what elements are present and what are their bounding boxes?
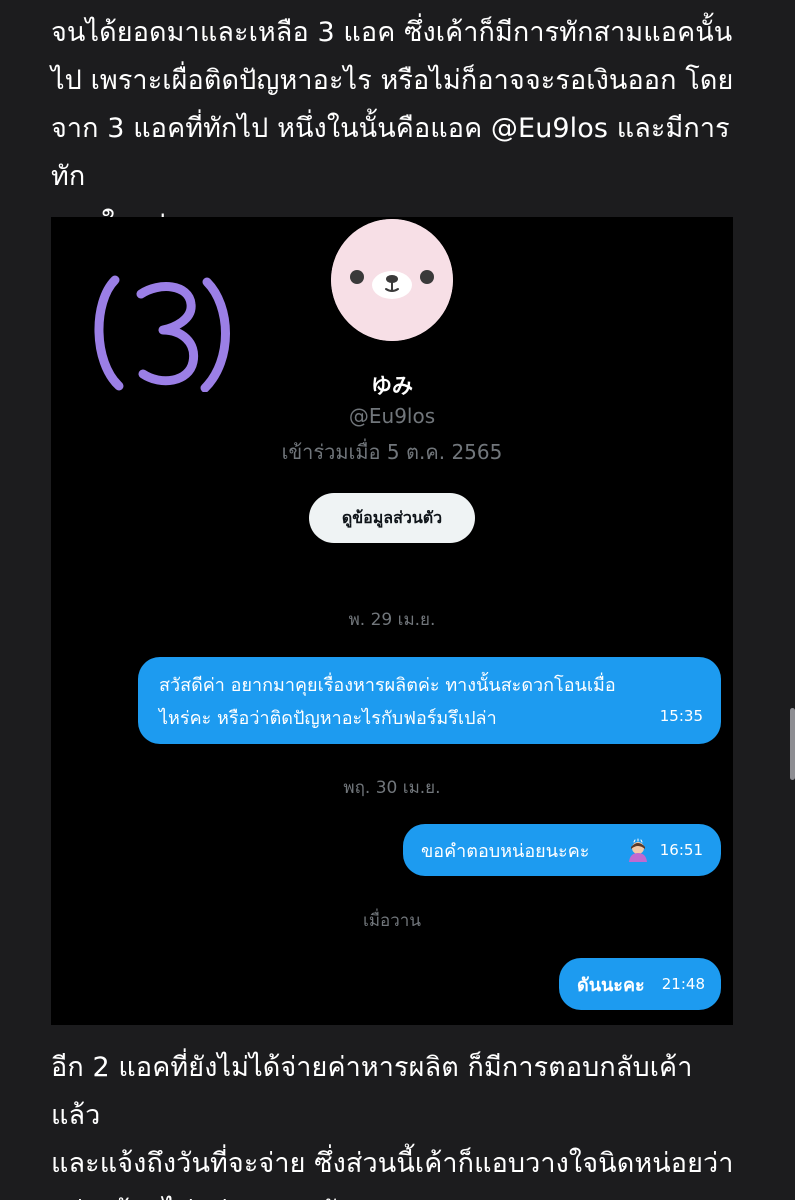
bear-face-icon [331,219,453,341]
message-text: ขอคำตอบหน่อยนะคะ [421,840,590,862]
message-time: 16:51 [659,841,703,859]
profile-handle: @Eu9los [348,404,436,428]
view-profile-button[interactable]: ดูข้อมูลส่วนตัว [309,493,475,543]
message-text: สวัสดีค่า อยากมาคุยเรื่องหารผลิตค่ะ ทางน… [159,675,616,729]
message-bubble[interactable]: สวัสดีค่า อยากมาคุยเรื่องหารผลิตค่ะ ทางน… [138,657,721,744]
message-time: 21:48 [661,975,705,993]
person-bowing-icon [628,838,647,862]
scrollbar[interactable] [790,708,795,780]
date-separator: พ. 29 เม.ย. [348,610,436,630]
date-separator: พฤ. 30 เม.ย. [343,778,441,798]
message-bubble[interactable]: ดันนะคะ 21:48 [559,958,721,1010]
message-text: ดันนะคะ [577,974,645,996]
article-paragraph-bottom: อีก 2 แอคที่ยังไม่ได้จ่ายค่าหารผลิต ก็มี… [51,1052,734,1200]
profile-joined-date: เข้าร่วมเมื่อ 5 ต.ค. 2565 [281,440,503,464]
dm-screenshot: ゆみ @Eu9los เข้าร่วมเมื่อ 5 ต.ค. 2565 ดูข… [51,217,733,1025]
article-paragraph-top: จนได้ยอดมาและเหลือ 3 แอค ซึ่งเค้าก็มีการ… [51,17,734,240]
message-bubble[interactable]: ขอคำตอบหน่อยนะคะ 16:51 [403,824,721,876]
message-time: 15:35 [659,707,703,725]
date-separator: เมื่อวาน [363,911,421,931]
article-page: จนได้ยอดมาและเหลือ 3 แอค ซึ่งเค้าก็มีการ… [0,0,795,1200]
profile-display-name: ゆみ [371,374,413,398]
avatar[interactable] [331,219,453,341]
